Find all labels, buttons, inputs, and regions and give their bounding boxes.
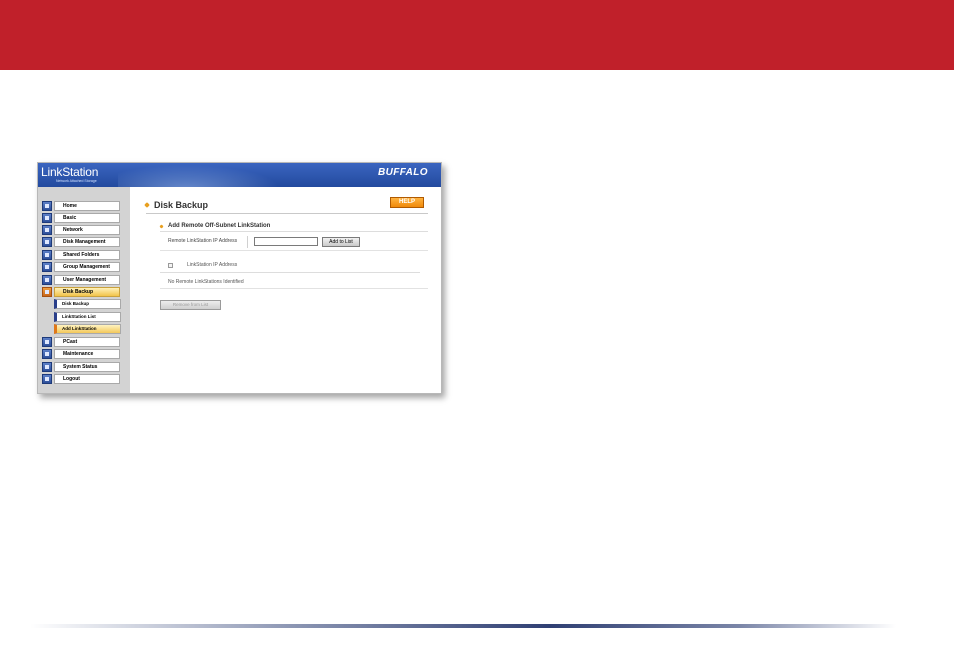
logout-icon: [42, 374, 52, 384]
sidebar-item-pcast[interactable]: PCast: [38, 337, 130, 348]
sidebar-item-label: Group Management: [54, 262, 120, 272]
page-title: Disk Backup: [154, 200, 209, 210]
sidebar-item-label: PCast: [54, 337, 120, 347]
empty-list-message: No Remote LinkStations Identified: [168, 279, 244, 285]
sidebar-item-label: User Management: [54, 275, 120, 285]
ip-address-label: Remote LinkStation IP Address: [168, 238, 238, 244]
row-divider: [160, 288, 428, 289]
sidebar-item-disk-backup[interactable]: Disk Backup: [38, 287, 130, 298]
sidebar-item-label: System Status: [54, 362, 120, 372]
section-divider: [160, 231, 428, 232]
remove-from-list-button[interactable]: Remove from List: [160, 300, 221, 310]
sidebar-nav: Home Basic Network Disk Management Share…: [38, 187, 130, 393]
list-header-divider: [160, 272, 420, 273]
sub-item-add-linkstation[interactable]: Add LinkStation: [54, 324, 121, 334]
sidebar-item-logout[interactable]: Logout: [38, 374, 130, 385]
group-icon: [42, 262, 52, 272]
backup-icon: [42, 287, 52, 297]
status-icon: [42, 362, 52, 372]
select-all-checkbox[interactable]: [168, 263, 173, 268]
home-icon: [42, 201, 52, 211]
sidebar-item-label: Home: [54, 201, 120, 211]
field-divider: [247, 236, 248, 248]
remote-ip-input[interactable]: [254, 237, 318, 246]
sidebar-item-shared-folders[interactable]: Shared Folders: [38, 250, 130, 261]
section-bullet-icon: [159, 224, 164, 229]
app-header: LinkStation Network Attached Storage BUF…: [38, 163, 441, 187]
sidebar-item-label: Disk Backup: [54, 287, 120, 297]
header-swoosh: [118, 163, 288, 187]
sidebar-item-maintenance[interactable]: Maintenance: [38, 349, 130, 360]
pcast-icon: [42, 337, 52, 347]
sidebar-item-label: Shared Folders: [54, 250, 120, 260]
top-banner: [0, 0, 954, 70]
linkstation-web-ui: LinkStation Network Attached Storage BUF…: [37, 162, 442, 394]
sidebar-item-disk-management[interactable]: Disk Management: [38, 237, 130, 248]
basic-icon: [42, 213, 52, 223]
logo-tagline: Network Attached Storage: [56, 179, 97, 183]
title-bullet-icon: [144, 202, 150, 208]
sidebar-item-label: Basic: [54, 213, 120, 223]
sub-item-linkstation-list[interactable]: LinkStation List: [54, 312, 121, 322]
sidebar-item-network[interactable]: Network: [38, 225, 130, 236]
add-to-list-button[interactable]: Add to List: [322, 237, 360, 247]
sidebar-item-group-management[interactable]: Group Management: [38, 262, 130, 273]
title-divider: [146, 213, 428, 214]
linkstation-logo: LinkStation: [41, 165, 99, 179]
user-icon: [42, 275, 52, 285]
sub-item-disk-backup[interactable]: Disk Backup: [54, 299, 121, 309]
ip-column-header: LinkStation IP Address: [187, 262, 238, 268]
sidebar-item-label: Disk Management: [54, 237, 120, 247]
sidebar-item-label: Logout: [54, 374, 120, 384]
folder-icon: [42, 250, 52, 260]
disk-icon: [42, 237, 52, 247]
sidebar-item-label: Network: [54, 225, 120, 235]
sidebar-item-system-status[interactable]: System Status: [38, 362, 130, 373]
section-title: Add Remote Off-Subnet LinkStation: [168, 223, 271, 229]
sidebar-item-basic[interactable]: Basic: [38, 213, 130, 224]
network-icon: [42, 225, 52, 235]
main-content: Disk Backup HELP Add Remote Off-Subnet L…: [130, 187, 441, 393]
row-divider: [160, 250, 428, 251]
sidebar-item-home[interactable]: Home: [38, 201, 130, 212]
buffalo-logo: BUFFALO: [377, 167, 428, 178]
bottom-decorative-rule: [30, 624, 896, 628]
sidebar-item-label: Maintenance: [54, 349, 120, 359]
help-button[interactable]: HELP: [390, 197, 424, 208]
sidebar-item-user-management[interactable]: User Management: [38, 275, 130, 286]
maintenance-icon: [42, 349, 52, 359]
